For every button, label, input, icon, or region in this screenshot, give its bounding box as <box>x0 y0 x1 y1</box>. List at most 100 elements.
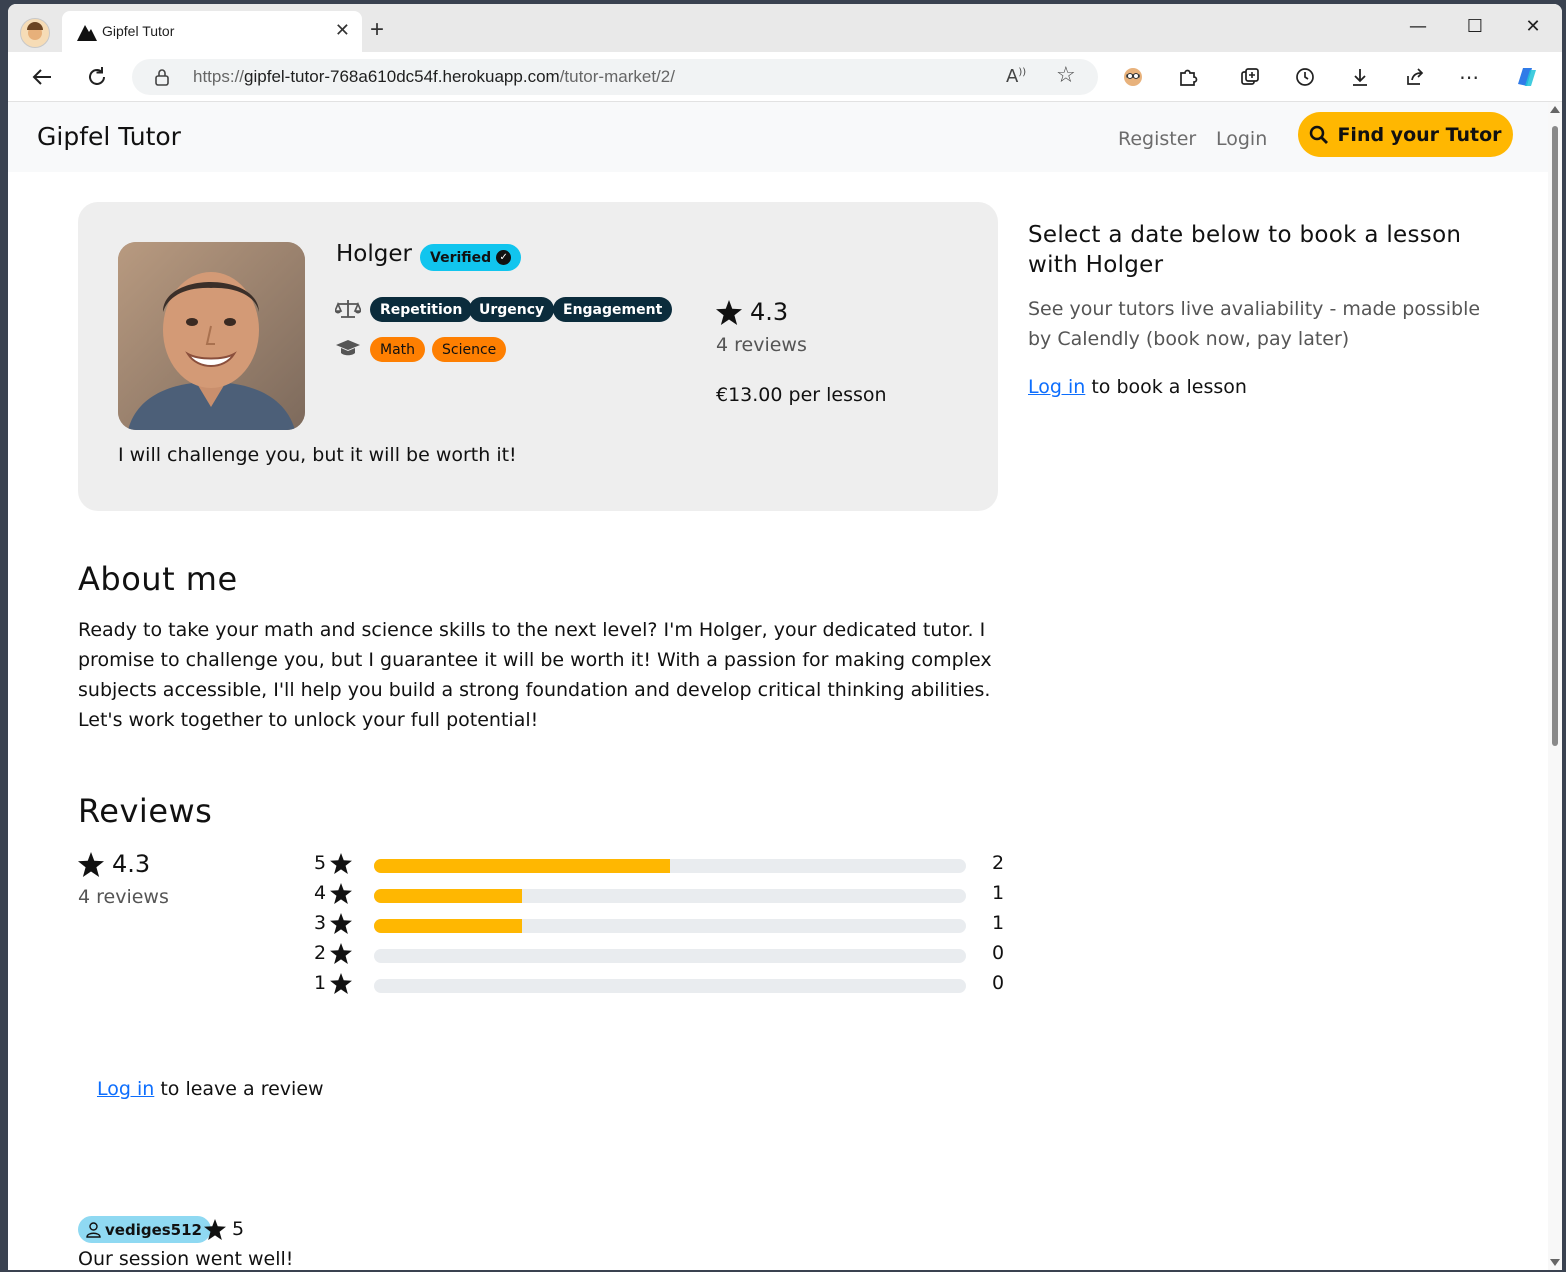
extensions-puzzle-icon[interactable] <box>1175 64 1201 90</box>
mountain-favicon-icon <box>77 25 97 41</box>
histogram-row: 52 <box>314 852 1004 874</box>
booking-login-link[interactable]: Log in <box>1028 376 1085 398</box>
extension-avatar-icon[interactable] <box>1120 64 1146 90</box>
histogram-row: 31 <box>314 912 1004 934</box>
browser-window: Gipfel Tutor ✕ + — ☐ ✕ https://gipfel-tu… <box>8 4 1562 1270</box>
review-score: 5 <box>204 1216 244 1243</box>
about-text: Ready to take your math and science skil… <box>78 619 992 731</box>
review-text: Our session went well! <box>78 1248 294 1270</box>
histogram-star-label: 4 <box>314 882 353 904</box>
url-text: https://gipfel-tutor-768a610dc54f.heroku… <box>193 67 675 86</box>
tutor-photo <box>118 242 305 430</box>
search-icon <box>1310 125 1329 144</box>
more-menu-icon[interactable]: ⋯ <box>1456 64 1482 90</box>
tutor-rating: 4.3 <box>716 298 788 326</box>
histogram-track <box>374 919 966 933</box>
read-aloud-icon[interactable]: A)) <box>1006 66 1026 87</box>
tutor-card: Holger Verified ✓ Repetition Urgency Eng… <box>78 202 998 511</box>
find-tutor-label: Find your Tutor <box>1337 123 1502 146</box>
tab-gipfel-tutor[interactable]: Gipfel Tutor ✕ <box>62 11 362 52</box>
address-bar[interactable]: https://gipfel-tutor-768a610dc54f.heroku… <box>132 59 1098 95</box>
share-icon[interactable] <box>1402 64 1428 90</box>
histogram-count: 1 <box>992 912 1005 934</box>
site-navbar: Gipfel Tutor Register Login Find your Tu… <box>8 102 1548 172</box>
maximize-icon[interactable]: ☐ <box>1463 16 1487 38</box>
histogram-count: 1 <box>992 882 1005 904</box>
scroll-thumb[interactable] <box>1552 126 1558 746</box>
style-pill: Repetition <box>370 297 473 322</box>
histogram-row: 20 <box>314 942 1004 964</box>
star-icon <box>330 972 353 994</box>
histogram-star-label: 5 <box>314 852 353 874</box>
tab-title: Gipfel Tutor <box>102 23 175 39</box>
reviews-summary-rating: 4.3 <box>78 850 150 878</box>
histogram-count: 0 <box>992 942 1005 964</box>
style-pill: Urgency <box>469 297 555 322</box>
profile-avatar-icon[interactable] <box>20 18 50 48</box>
star-icon <box>204 1219 226 1240</box>
histogram-track <box>374 859 966 873</box>
booking-subtitle: See your tutors live avaliability - made… <box>1028 298 1481 350</box>
downloads-icon[interactable] <box>1347 64 1373 90</box>
register-link[interactable]: Register <box>1118 128 1196 150</box>
histogram-fill <box>374 889 522 903</box>
collections-icon[interactable] <box>1237 64 1263 90</box>
star-icon <box>330 852 353 874</box>
subject-pill: Math <box>370 337 426 362</box>
booking-login-prompt: Log in to book a lesson <box>1028 376 1247 398</box>
tab-close-icon[interactable]: ✕ <box>335 20 350 42</box>
scroll-down-icon[interactable] <box>1550 1259 1560 1266</box>
histogram-row: 41 <box>314 882 1004 904</box>
star-icon <box>330 942 353 964</box>
lock-icon <box>155 69 169 86</box>
subject-pill: Science <box>432 337 507 362</box>
new-tab-icon[interactable]: + <box>370 16 384 44</box>
graduation-cap-icon <box>335 338 361 363</box>
find-tutor-button[interactable]: Find your Tutor <box>1298 112 1513 157</box>
about-heading: About me <box>78 560 238 598</box>
style-pill: Engagement <box>553 297 673 322</box>
histogram-count: 0 <box>992 972 1005 994</box>
refresh-icon[interactable] <box>84 64 110 90</box>
favorite-star-icon[interactable]: ☆ <box>1056 63 1076 88</box>
histogram-star-label: 3 <box>314 912 353 934</box>
back-icon[interactable] <box>29 64 55 90</box>
site-brand[interactable]: Gipfel Tutor <box>37 122 181 151</box>
histogram-star-label: 1 <box>314 972 353 994</box>
minimize-icon[interactable]: — <box>1406 16 1430 38</box>
histogram-row: 10 <box>314 972 1004 994</box>
reviews-count: 4 reviews <box>716 334 807 356</box>
verified-label: Verified <box>430 249 492 266</box>
copilot-icon[interactable] <box>1513 64 1539 90</box>
histogram-fill <box>374 919 522 933</box>
star-icon <box>78 851 104 877</box>
history-icon[interactable] <box>1292 64 1318 90</box>
tab-bar: Gipfel Tutor ✕ + — ☐ ✕ <box>8 4 1562 52</box>
star-icon <box>330 912 353 934</box>
tutor-name: Holger <box>336 241 412 267</box>
histogram-count: 2 <box>992 852 1005 874</box>
histogram-track <box>374 979 966 993</box>
checkmark-icon: ✓ <box>496 250 512 265</box>
browser-toolbar: https://gipfel-tutor-768a610dc54f.heroku… <box>8 52 1562 102</box>
review-score-value: 5 <box>232 1218 245 1240</box>
star-icon <box>716 299 742 325</box>
scroll-up-icon[interactable] <box>1550 106 1560 113</box>
rating-value: 4.3 <box>750 298 789 326</box>
histogram-fill <box>374 859 670 873</box>
page-scrollbar[interactable] <box>1548 102 1562 1270</box>
review-author-badge: vediges512 <box>78 1216 211 1243</box>
balance-scale-icon <box>333 298 363 325</box>
page-viewport: Gipfel Tutor Register Login Find your Tu… <box>8 102 1562 1270</box>
booking-title: Select a date below to book a lesson wit… <box>1028 222 1462 278</box>
close-window-icon[interactable]: ✕ <box>1521 16 1545 38</box>
summary-rating-value: 4.3 <box>112 850 151 878</box>
review-author: vediges512 <box>105 1220 202 1239</box>
login-link[interactable]: Login <box>1216 128 1267 150</box>
lesson-price: €13.00 per lesson <box>716 384 887 406</box>
summary-reviews-count: 4 reviews <box>78 886 169 908</box>
tutor-tagline: I will challenge you, but it will be wor… <box>118 444 517 466</box>
leave-review-prompt: Log in to leave a review <box>97 1078 324 1100</box>
reviews-heading: Reviews <box>78 792 213 830</box>
review-login-link[interactable]: Log in <box>97 1078 154 1100</box>
